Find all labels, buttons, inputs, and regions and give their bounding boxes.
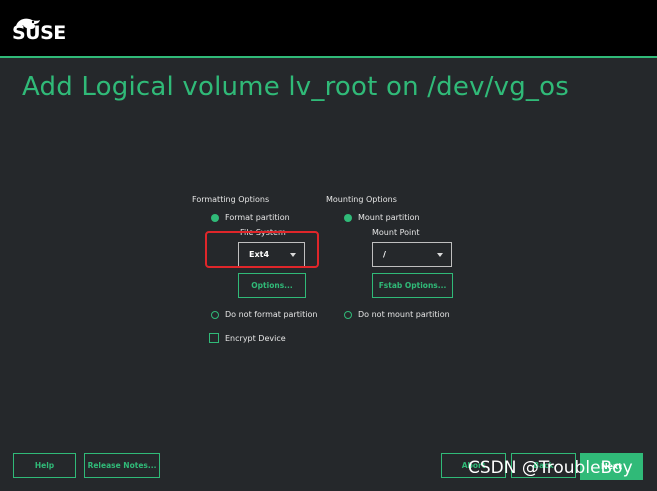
mount-point-label: Mount Point [372, 228, 420, 237]
mount-partition-radio[interactable]: Mount partition [344, 213, 420, 222]
radio-selected-icon [211, 213, 219, 222]
mount-point-combo[interactable]: / [372, 242, 452, 267]
do-not-mount-label: Do not mount partition [358, 310, 450, 319]
checkbox-icon [209, 333, 219, 343]
format-partition-radio[interactable]: Format partition [211, 213, 290, 222]
format-options-button[interactable]: Options... [238, 273, 306, 298]
do-not-mount-radio[interactable]: Do not mount partition [344, 310, 450, 319]
encrypt-device-checkbox[interactable]: Encrypt Device [209, 333, 286, 343]
radio-unselected-icon [211, 310, 219, 319]
formatting-options-heading: Formatting Options [192, 195, 270, 204]
page-title: Add Logical volume lv_root on /dev/vg_os [22, 72, 569, 102]
mounting-options-heading: Mounting Options [326, 195, 397, 204]
red-highlight-box [205, 231, 319, 268]
do-not-format-radio[interactable]: Do not format partition [211, 310, 317, 319]
encrypt-device-label: Encrypt Device [225, 333, 286, 343]
mount-partition-label: Mount partition [358, 213, 420, 222]
do-not-format-label: Do not format partition [225, 310, 318, 319]
radio-unselected-icon [344, 310, 352, 319]
help-button[interactable]: Help [13, 453, 76, 478]
format-partition-label: Format partition [225, 213, 290, 222]
chevron-down-icon [437, 252, 443, 257]
radio-selected-icon [344, 213, 352, 222]
header-accent-line [0, 56, 657, 58]
mount-point-value: / [383, 250, 386, 259]
brand-logo-text: SUSE [12, 22, 66, 44]
watermark-text: CSDN @TroubleBoy [468, 458, 633, 478]
fstab-options-button[interactable]: Fstab Options... [372, 273, 453, 298]
release-notes-button[interactable]: Release Notes... [84, 453, 160, 478]
top-bar: SUSE [0, 0, 657, 56]
